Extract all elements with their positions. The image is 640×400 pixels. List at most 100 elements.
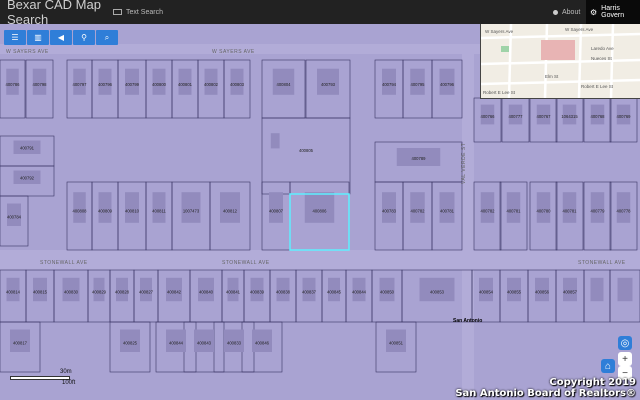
parcel-id-label: 400797 — [73, 82, 88, 87]
zoom-in-button[interactable]: + — [618, 352, 632, 366]
inset-street-label: Robert E Lee St — [581, 84, 614, 89]
building-footprint — [410, 192, 425, 223]
parcel-id-label: 400809 — [98, 209, 113, 214]
home-button[interactable]: ⌂ — [601, 359, 615, 373]
parcel-id-label: 400802 — [204, 82, 219, 87]
parcel-id-label: 400825 — [123, 341, 138, 346]
parcel-id-label: 400857 — [563, 289, 578, 294]
scale-bottom-label: 100ft — [62, 380, 76, 386]
parcel-id-label: 400806 — [313, 209, 328, 214]
parcel-id-label: 400841 — [226, 289, 241, 294]
parcel-id-label: 400781 — [563, 209, 578, 214]
parcel-id-label: 400782 — [481, 209, 496, 214]
overview-map-graphic — [481, 24, 640, 98]
parcel-id-label: 400838 — [276, 289, 291, 294]
building-footprint — [270, 133, 280, 149]
target-icon: ◎ — [620, 337, 630, 349]
parcel-id-label: 400856 — [535, 289, 550, 294]
parcel-id-label: 400845 — [327, 289, 342, 294]
layers-button[interactable]: ☰ — [4, 30, 26, 45]
street-label: STONEWALL AVE — [222, 260, 270, 266]
parcel-id-label: 400803 — [230, 82, 245, 87]
parcel-id-label: 400843 — [197, 341, 212, 346]
scale-top-label: 30m — [60, 369, 72, 375]
overview-map[interactable]: W Sayers Ave W Sayers Ave Laredo Ave Nue… — [480, 24, 640, 99]
parcel-id-label: 400844 — [352, 289, 367, 294]
arrow-icon: ◀ — [57, 33, 65, 42]
street-label: STONEWALL AVE — [578, 260, 626, 266]
building-footprint — [382, 192, 396, 223]
building-footprint — [590, 277, 604, 302]
building-footprint — [181, 192, 201, 223]
building-footprint — [269, 192, 283, 223]
parcel-id-label: 400796 — [98, 82, 113, 87]
about-label: About — [562, 8, 581, 16]
harris-govern-link[interactable]: ⚙ Harris Govern — [586, 0, 640, 24]
parcel-id-label: 400766 — [481, 114, 496, 119]
parcel-id-label: 400781 — [507, 209, 522, 214]
parcel-id-label: 400791 — [20, 146, 35, 151]
parcel-id-label: 400828 — [115, 289, 130, 294]
parcel-id-label: 400810 — [125, 209, 140, 214]
parcel-id-label: 1007473 — [183, 209, 200, 214]
building-footprint — [152, 192, 166, 223]
search-button[interactable]: ⌕ — [96, 30, 118, 45]
building-footprint — [220, 192, 240, 223]
place-label: San Antonio — [453, 318, 482, 324]
info-icon — [553, 9, 558, 15]
parcel-id-label: 400767 — [537, 114, 552, 119]
parcel-id-label: 400800 — [152, 82, 167, 87]
layers-icon: ☰ — [11, 33, 19, 42]
parcel-id-label: 400830 — [64, 289, 79, 294]
street-label: W SAYERS AVE — [212, 49, 255, 55]
inset-street-label: Nueces St — [591, 56, 612, 61]
harris-label: Harris Govern — [601, 5, 625, 19]
parcel-id-label: 400833 — [227, 341, 242, 346]
inset-street-label: W Sayers Ave — [565, 27, 594, 32]
parcel-id-label: 400855 — [507, 289, 522, 294]
inset-street-label: W Sayers Ave — [485, 29, 514, 34]
inset-street-label: Laredo Ave — [591, 46, 614, 51]
parcel-id-label: 400780 — [537, 209, 552, 214]
parcel-id-label: 400851 — [389, 341, 404, 346]
parcel-id-label: 400840 — [199, 289, 214, 294]
parcel-id-label: 400778 — [617, 209, 632, 214]
copyright-line2: San Antonio Board of Realtors® — [455, 388, 636, 399]
building-footprint — [617, 277, 633, 302]
building-footprint — [562, 192, 577, 223]
text-search-link[interactable]: Text Search — [113, 9, 163, 16]
about-link[interactable]: About — [553, 0, 580, 24]
parcel-id-label: 400807 — [269, 209, 284, 214]
street-band-stonewall — [0, 250, 640, 270]
parcel-id-label: 400850 — [380, 289, 395, 294]
building-footprint — [616, 192, 631, 223]
parcel-id-label: 400796 — [440, 82, 455, 87]
parcel-id-label: 400815 — [33, 289, 48, 294]
app-title[interactable]: Bexar CAD Map Search — [0, 0, 105, 27]
parcel-id-label: 400853 — [430, 289, 445, 294]
arrow-button[interactable]: ◀ — [50, 30, 72, 45]
building-footprint — [439, 192, 455, 223]
search-icon: ⌕ — [104, 32, 110, 42]
building-footprint — [125, 192, 139, 223]
text-search-label: Text Search — [126, 8, 163, 16]
map-button[interactable]: ▥ — [27, 30, 49, 45]
parcel-id-label: 400854 — [479, 289, 494, 294]
parcel-id-label: 400794 — [382, 82, 397, 87]
parcel-id-label: 400782 — [411, 209, 426, 214]
parcel-id-label: 400799 — [125, 82, 140, 87]
parcel-id-label: 400781 — [440, 209, 455, 214]
copyright-line1: Copyright 2019 — [549, 377, 636, 388]
parcel-id-label: 400844 — [169, 341, 184, 346]
map-icon: ▥ — [34, 33, 42, 42]
building-footprint — [73, 192, 86, 223]
scale-line — [10, 376, 70, 380]
street-label: W SAYERS AVE — [6, 49, 49, 55]
locate-button[interactable]: ◎ — [618, 336, 632, 350]
parcel-id-label: 400779 — [591, 209, 606, 214]
parcel-id-label: 400827 — [139, 289, 154, 294]
pin-button[interactable]: ⚲ — [73, 30, 95, 45]
overview-highlight — [541, 40, 575, 60]
inset-street-label: Robert E Lee St — [483, 90, 516, 95]
building-footprint — [480, 192, 495, 223]
